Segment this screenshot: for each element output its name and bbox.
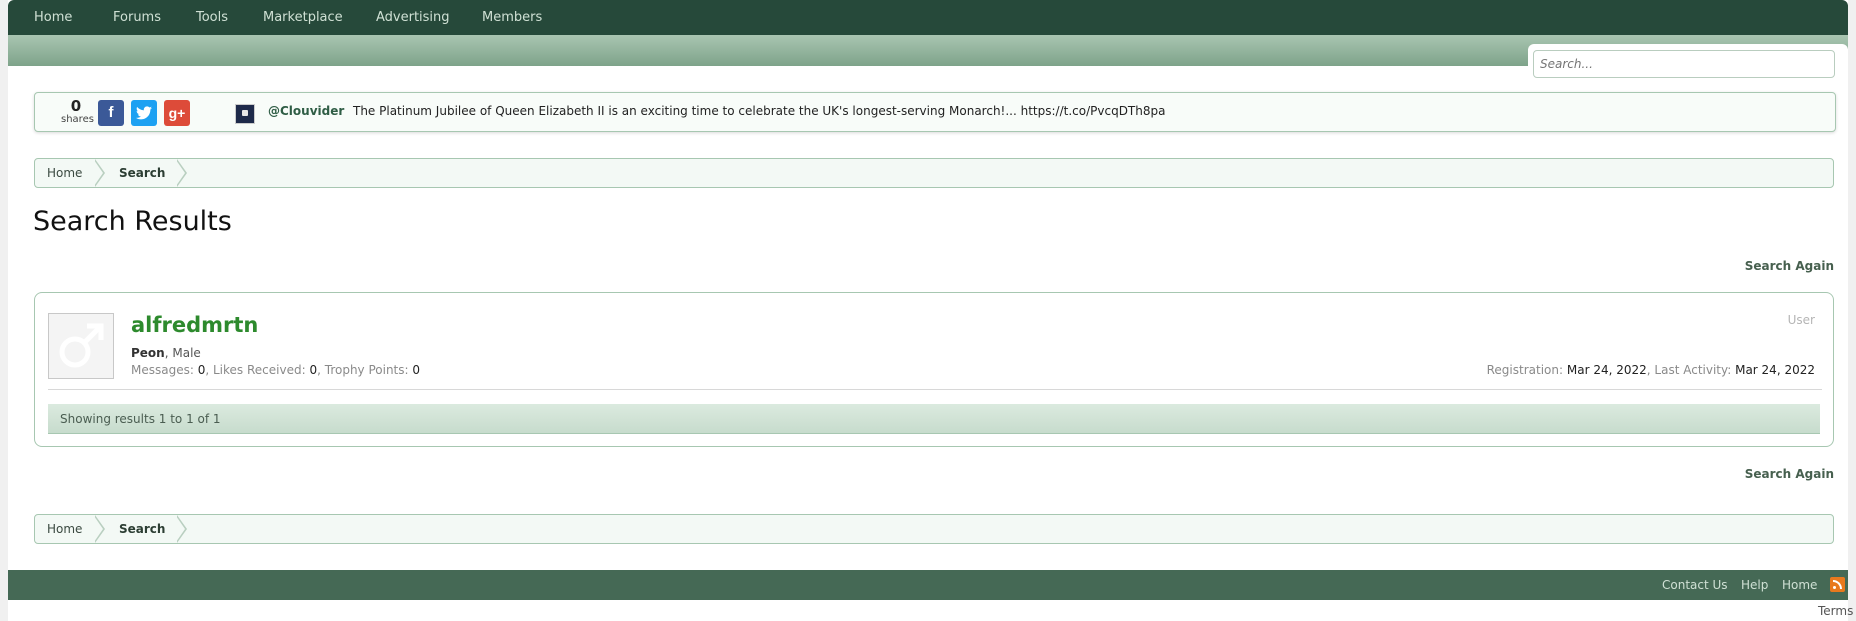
user-stats: Messages: 0, Likes Received: 0, Trophy P… <box>131 363 421 377</box>
search-input[interactable] <box>1533 50 1835 78</box>
avatar[interactable] <box>48 313 114 379</box>
breadcrumb-current[interactable]: Search <box>119 159 165 187</box>
nav-item-members[interactable]: Members <box>482 0 542 35</box>
search-results: alfredmrtn User Peon, Male Messages: 0, … <box>34 292 1834 447</box>
nav-item-marketplace[interactable]: Marketplace <box>263 0 343 35</box>
trophy-value: 0 <box>412 363 421 377</box>
user-dates: Registration: Mar 24, 2022, Last Activit… <box>1486 363 1815 377</box>
breadcrumb-separator <box>176 159 187 187</box>
footer-contact-link[interactable]: Contact Us <box>1662 570 1728 600</box>
breadcrumb-home[interactable]: Home <box>47 159 82 187</box>
likes-label: Likes Received: <box>213 363 306 377</box>
last-activity-label: Last Activity: <box>1654 363 1732 377</box>
messages-label: Messages: <box>131 363 194 377</box>
registration-label: Registration: <box>1486 363 1564 377</box>
user-gender: Male <box>172 346 201 360</box>
footer-help-link[interactable]: Help <box>1741 570 1768 600</box>
pager: Showing results 1 to 1 of 1 <box>48 404 1820 434</box>
rss-icon[interactable] <box>1830 577 1845 592</box>
footer: Contact Us Help Home <box>8 570 1848 600</box>
search-again-link-bottom[interactable]: Search Again <box>1694 467 1834 481</box>
tweet-text: The Platinum Jubilee of Queen Elizabeth … <box>353 104 1166 118</box>
divider <box>48 389 1822 390</box>
user-rank: Peon <box>131 346 165 360</box>
search-again-link-top[interactable]: Search Again <box>1694 259 1834 273</box>
user-title: Peon, Male <box>131 346 201 360</box>
result-type: User <box>1787 313 1815 327</box>
trophy-label: Trophy Points: <box>324 363 409 377</box>
nav-item-tools[interactable]: Tools <box>196 0 228 35</box>
breadcrumb-separator <box>94 159 105 187</box>
google-plus-share-button[interactable]: g+ <box>164 100 190 126</box>
share-count-value: 0 <box>70 97 82 115</box>
twitter-share-button[interactable] <box>131 100 157 126</box>
tweet-handle[interactable]: @Clouvider <box>268 104 344 118</box>
breadcrumb-bottom: Home Search <box>34 514 1834 544</box>
footer-terms-link[interactable]: Terms <box>1818 604 1853 618</box>
male-icon <box>59 323 104 368</box>
page-title: Search Results <box>33 206 232 237</box>
last-activity-value: Mar 24, 2022 <box>1735 363 1815 377</box>
twitter-icon <box>136 106 152 120</box>
username[interactable]: alfredmrtn <box>131 313 258 337</box>
nav-item-forums[interactable]: Forums <box>113 0 161 35</box>
footer-home-link[interactable]: Home <box>1782 570 1817 600</box>
twitter-avatar <box>235 104 255 124</box>
google-plus-icon: g+ <box>168 105 186 121</box>
top-nav: Home Forums Tools Marketplace Advertisin… <box>8 0 1848 35</box>
share-count: 0 shares <box>61 97 94 126</box>
messages-value: 0 <box>197 363 206 377</box>
breadcrumb-current[interactable]: Search <box>119 515 165 543</box>
facebook-icon: f <box>108 104 114 121</box>
page: Home Forums Tools Marketplace Advertisin… <box>8 0 1853 621</box>
registration-value: Mar 24, 2022 <box>1566 363 1647 377</box>
share-bar: 0 shares f g+ @Clouvider The Platinum Ju… <box>34 92 1836 132</box>
share-count-label: shares <box>61 114 94 125</box>
nav-item-home[interactable]: Home <box>34 0 72 35</box>
breadcrumb-home[interactable]: Home <box>47 515 82 543</box>
breadcrumb-separator <box>94 515 105 543</box>
breadcrumb-top: Home Search <box>34 158 1834 188</box>
facebook-share-button[interactable]: f <box>98 100 124 126</box>
nav-item-advertising[interactable]: Advertising <box>376 0 450 35</box>
breadcrumb-separator <box>176 515 187 543</box>
likes-value: 0 <box>309 363 318 377</box>
